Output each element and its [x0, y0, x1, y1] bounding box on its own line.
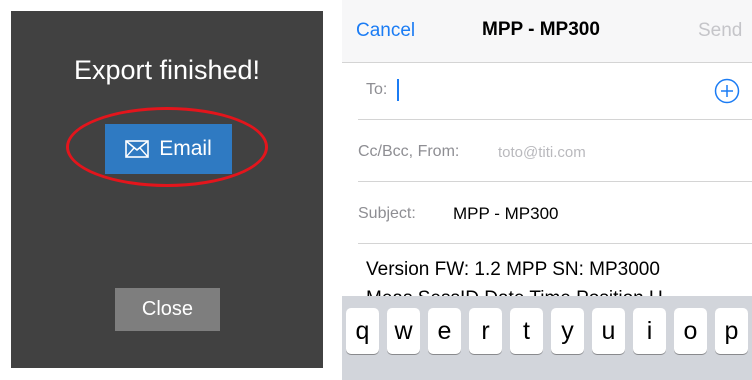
- keyboard-row: q w e r t y u i o p: [346, 308, 748, 354]
- key-q[interactable]: q: [346, 308, 379, 354]
- cancel-button[interactable]: Cancel: [356, 20, 415, 42]
- email-button-label: Email: [159, 137, 212, 160]
- subject-field[interactable]: Subject: MPP - MP300: [358, 182, 752, 244]
- send-button[interactable]: Send: [698, 20, 742, 42]
- from-address: toto@titi.com: [498, 144, 586, 161]
- cc-bcc-from-field[interactable]: Cc/Bcc, From: toto@titi.com: [358, 120, 752, 182]
- add-contact-icon[interactable]: [714, 78, 740, 104]
- export-finished-title: Export finished!: [73, 55, 261, 85]
- key-p[interactable]: p: [715, 308, 748, 354]
- compose-title: MPP - MP300: [482, 19, 600, 40]
- close-button[interactable]: Close: [115, 288, 220, 331]
- subject-label: Subject:: [358, 205, 416, 222]
- to-field[interactable]: To:: [358, 62, 752, 120]
- key-e[interactable]: e: [428, 308, 461, 354]
- divider: [358, 243, 752, 244]
- key-y[interactable]: y: [551, 308, 584, 354]
- keyboard: q w e r t y u i o p: [342, 296, 752, 380]
- cc-bcc-from-label: Cc/Bcc, From:: [358, 143, 460, 160]
- email-button[interactable]: Email: [105, 124, 232, 174]
- key-o[interactable]: o: [674, 308, 707, 354]
- subject-value[interactable]: MPP - MP300: [453, 204, 559, 224]
- export-dialog: Export finished! Email Close: [11, 11, 323, 368]
- key-u[interactable]: u: [592, 308, 625, 354]
- key-w[interactable]: w: [387, 308, 420, 354]
- key-i[interactable]: i: [633, 308, 666, 354]
- envelope-icon: [125, 140, 150, 158]
- message-body-line-1[interactable]: Version FW: 1.2 MPP SN: MP3000: [366, 259, 660, 281]
- key-r[interactable]: r: [469, 308, 502, 354]
- text-cursor: [397, 79, 399, 101]
- key-t[interactable]: t: [510, 308, 543, 354]
- to-label: To:: [366, 81, 388, 98]
- mail-compose: Cancel MPP - MP300 Send To: Cc/Bcc, From…: [342, 0, 752, 380]
- compose-nav-bar: Cancel MPP - MP300 Send: [342, 0, 752, 63]
